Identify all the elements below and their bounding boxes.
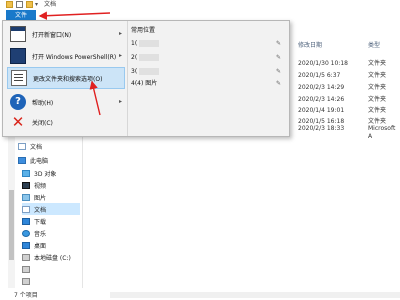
nav-item-label: 文档 bbox=[30, 143, 43, 151]
pin-icon[interactable]: ✎ bbox=[276, 79, 281, 89]
row-type[interactable]: 文件夹 bbox=[368, 84, 386, 92]
row-date[interactable]: 2020/1/5 6:37 bbox=[298, 72, 340, 80]
new-window-icon bbox=[10, 26, 26, 42]
quick-access-chevron-down-icon[interactable]: ▾ bbox=[35, 0, 38, 10]
row-type[interactable]: Microsoft A bbox=[368, 125, 400, 141]
nav-item-label: 桌面 bbox=[34, 242, 47, 250]
horizontal-scrollbar[interactable] bbox=[110, 292, 400, 298]
documents-icon bbox=[18, 142, 26, 150]
row-date[interactable]: 2020/2/3 18:33 bbox=[298, 125, 344, 133]
nav-item-this-pc[interactable]: 此电脑 bbox=[18, 154, 48, 166]
file-menu: 打开新窗口(N) ▸ 打开 Windows PowerShell(R) ▸ 更改… bbox=[2, 20, 290, 137]
new-folder-icon[interactable] bbox=[26, 1, 33, 8]
help-icon: ? bbox=[10, 94, 26, 110]
pane-divider[interactable] bbox=[82, 120, 83, 288]
annotation-arrow-file-tab bbox=[38, 11, 111, 20]
row-date[interactable]: 2020/1/30 10:18 bbox=[298, 60, 348, 68]
recent-place-label: 4(4) 图片 bbox=[131, 80, 158, 87]
download-icon bbox=[22, 217, 30, 225]
recent-place-item[interactable]: 2( ✎ bbox=[131, 53, 285, 63]
nav-item-label: 图片 bbox=[34, 194, 47, 202]
recent-place-label: 3( bbox=[131, 68, 138, 75]
nav-item-documents[interactable]: 文档 bbox=[22, 203, 80, 215]
submenu-arrow-icon: ▸ bbox=[118, 30, 122, 37]
nav-item-label: 3D 对象 bbox=[34, 170, 57, 178]
desktop-icon bbox=[22, 241, 30, 249]
properties-icon[interactable] bbox=[16, 1, 23, 8]
nav-item-3d-objects[interactable]: 3D 对象 bbox=[22, 167, 56, 179]
nav-item-drive[interactable] bbox=[22, 275, 34, 287]
nav-item-desktop[interactable]: 桌面 bbox=[22, 239, 46, 251]
nav-item-local-disk-c[interactable]: 本地磁盘 (C:) bbox=[22, 251, 71, 263]
file-list-header: 修改日期 类型 bbox=[290, 40, 400, 52]
redacted-text bbox=[139, 54, 160, 61]
column-date-modified[interactable]: 修改日期 bbox=[298, 40, 322, 52]
close-icon: ✕ bbox=[11, 113, 25, 131]
pin-icon[interactable]: ✎ bbox=[276, 39, 281, 49]
nav-item-pictures[interactable]: 图片 bbox=[22, 191, 46, 203]
row-type[interactable]: 文件夹 bbox=[368, 60, 386, 68]
submenu-arrow-icon: ▸ bbox=[118, 98, 122, 105]
recent-place-item[interactable]: 4(4) 图片 ✎ bbox=[131, 79, 285, 89]
nav-item-videos[interactable]: 视频 bbox=[22, 179, 46, 191]
recent-place-label: 2( bbox=[131, 54, 138, 61]
title-bar: ▾ 文档 bbox=[0, 0, 400, 10]
nav-item-music[interactable]: 音乐 bbox=[22, 227, 46, 239]
menu-close[interactable]: ✕ 关闭(C) bbox=[7, 111, 125, 133]
music-icon bbox=[22, 229, 30, 237]
row-date[interactable]: 2020/1/4 19:01 bbox=[298, 107, 344, 115]
powershell-icon bbox=[10, 48, 26, 64]
documents-icon bbox=[22, 205, 30, 213]
folder-icon bbox=[6, 1, 13, 8]
row-type[interactable]: 文件夹 bbox=[368, 72, 386, 80]
nav-item-label: 视频 bbox=[34, 182, 47, 190]
nav-item-downloads[interactable]: 下载 bbox=[22, 215, 46, 227]
row-type[interactable]: 文件夹 bbox=[368, 107, 386, 115]
recent-place-item[interactable]: 1( ✎ bbox=[131, 39, 285, 49]
recent-place-item[interactable]: 3( ✎ bbox=[131, 67, 285, 77]
menu-open-new-window[interactable]: 打开新窗口(N) ▸ bbox=[7, 23, 125, 45]
row-date[interactable]: 2020/2/3 14:29 bbox=[298, 84, 344, 92]
nav-item-drive[interactable] bbox=[22, 263, 34, 275]
nav-item-documents-quick[interactable]: 文档 bbox=[18, 140, 42, 152]
pin-icon[interactable]: ✎ bbox=[276, 67, 281, 77]
row-date[interactable]: 2020/2/3 14:26 bbox=[298, 96, 344, 104]
file-menu-commands: 打开新窗口(N) ▸ 打开 Windows PowerShell(R) ▸ 更改… bbox=[3, 21, 128, 136]
menu-open-powershell[interactable]: 打开 Windows PowerShell(R) ▸ bbox=[7, 45, 125, 67]
menu-help[interactable]: ? 帮助(H) ▸ bbox=[7, 91, 125, 113]
nav-item-label: 下载 bbox=[34, 218, 47, 226]
computer-icon bbox=[18, 156, 26, 164]
recent-place-label: 1( bbox=[131, 40, 138, 47]
video-icon bbox=[22, 181, 30, 189]
row-type[interactable]: 文件夹 bbox=[368, 96, 386, 104]
nav-item-label: 文档 bbox=[34, 206, 47, 214]
nav-scrollbar-thumb[interactable] bbox=[9, 190, 14, 260]
redacted-text bbox=[139, 68, 160, 75]
menu-item-label: 打开新窗口(N) bbox=[32, 31, 72, 39]
drive-icon bbox=[22, 277, 30, 285]
window-title: 文档 bbox=[44, 1, 57, 8]
menu-item-label: 关闭(C) bbox=[32, 119, 53, 127]
recent-places-title: 常用位置 bbox=[131, 27, 156, 34]
nav-item-label: 本地磁盘 (C:) bbox=[34, 254, 71, 262]
redacted-text bbox=[139, 40, 160, 47]
menu-change-folder-options[interactable]: 更改文件夹和搜索选项(O) bbox=[7, 67, 125, 89]
submenu-arrow-icon: ▸ bbox=[118, 52, 122, 59]
pictures-icon bbox=[22, 193, 30, 201]
pin-icon[interactable]: ✎ bbox=[276, 53, 281, 63]
nav-item-label: 此电脑 bbox=[30, 157, 49, 165]
drive-icon bbox=[22, 265, 30, 273]
status-item-count: 7 个项目 bbox=[14, 292, 38, 299]
menu-item-label: 打开 Windows PowerShell(R) bbox=[32, 53, 117, 61]
drive-icon bbox=[22, 253, 30, 261]
menu-item-label: 帮助(H) bbox=[32, 99, 54, 107]
3d-objects-icon bbox=[22, 169, 30, 177]
folder-options-icon bbox=[11, 70, 27, 86]
menu-item-label: 更改文件夹和搜索选项(O) bbox=[33, 75, 103, 83]
nav-item-label: 音乐 bbox=[34, 230, 47, 238]
column-type[interactable]: 类型 bbox=[368, 40, 380, 52]
